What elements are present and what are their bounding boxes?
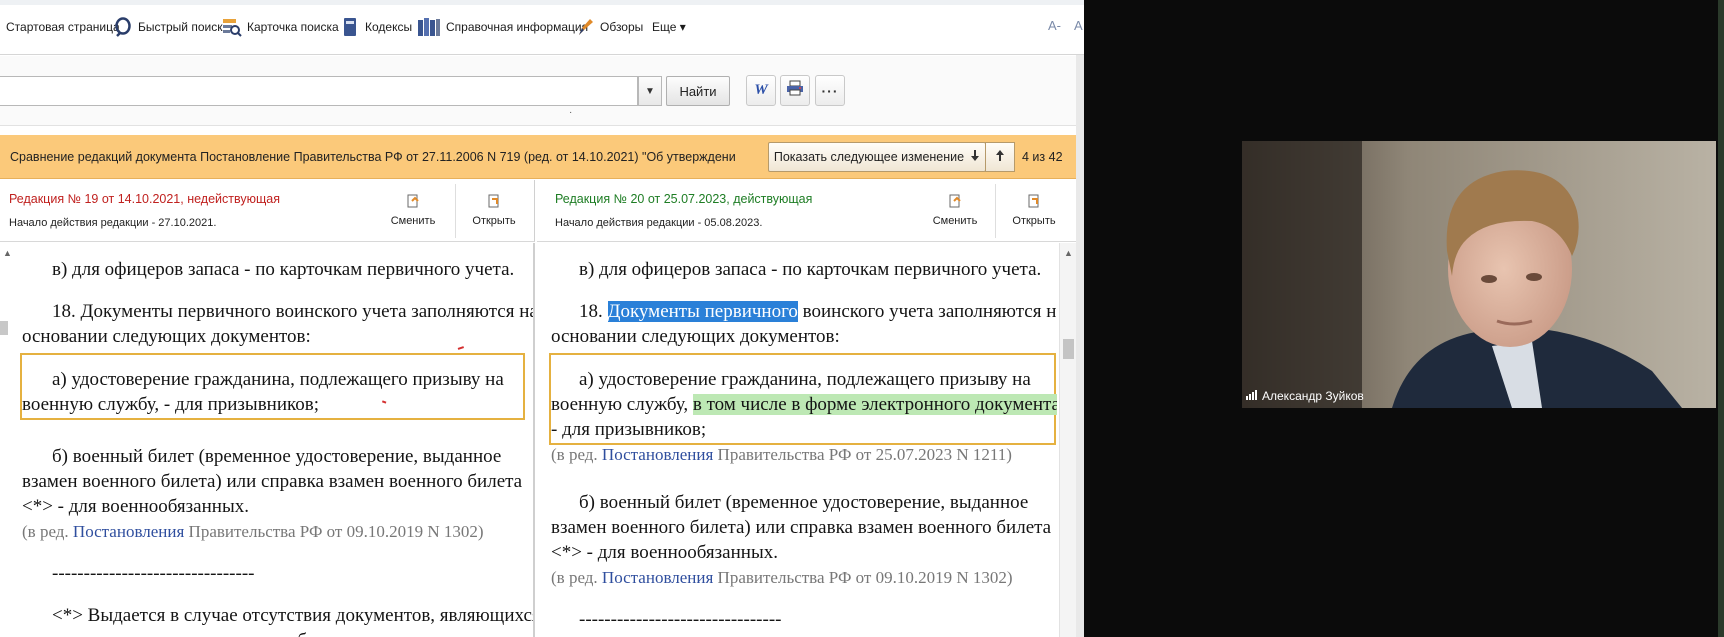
scroll-thumb[interactable]: [0, 321, 8, 335]
pen-annotation-mark: [457, 346, 465, 351]
right-paragraph-b-line3: <*> - для военнообязанных.: [551, 542, 778, 563]
left-paragraph-a-line1: а) удостоверение гражданина, подлежащего…: [52, 369, 504, 390]
added-text-highlight: в том числе в форме электронного докумен…: [692, 394, 1057, 415]
left-document-pane[interactable]: в) для офицеров запаса - по карточкам пе…: [0, 243, 535, 637]
right-scrollbar[interactable]: ▲: [1059, 243, 1076, 637]
left-paragraph-b-line3: <*> - для военнообязанных.: [22, 496, 249, 517]
left-scrollbar[interactable]: ▲: [0, 243, 16, 637]
right-open-revision-button[interactable]: Открыть: [1003, 193, 1065, 233]
right-footnote-divider: --------------------------------: [579, 609, 782, 630]
change-document-icon: [948, 193, 962, 212]
toolbar-more-menu[interactable]: Еще ▾: [652, 12, 686, 42]
toolbar-search-card[interactable]: Карточка поиска: [222, 12, 339, 42]
arrow-down-icon: [970, 149, 980, 165]
right-paragraph-a-line1: а) удостоверение гражданина, подлежащего…: [579, 369, 1031, 390]
right-paragraph-officers: в) для офицеров запаса - по карточкам пе…: [579, 259, 1042, 280]
word-icon: W: [754, 82, 768, 98]
arrow-up-icon: [995, 148, 1005, 166]
scroll-up-icon: ▲: [1064, 248, 1073, 258]
toolbar-reviews[interactable]: Обзоры: [575, 12, 643, 42]
left-revision-title: Редакция № 19 от 14.10.2021, недействующ…: [9, 192, 280, 206]
font-increase-button[interactable]: A: [1074, 18, 1083, 33]
left-paragraph-a-line2: военную службу, - для призывников;: [22, 394, 320, 415]
find-button[interactable]: Найти: [666, 76, 730, 106]
search-row: ▼ Найти W ···: [0, 56, 1084, 126]
header-separator: [995, 184, 996, 238]
change-document-icon: [406, 193, 420, 212]
compare-title: Сравнение редакций документа Постановлен…: [10, 150, 736, 164]
right-reference-link-1[interactable]: Постановления: [602, 445, 713, 464]
right-revision-header: Редакция № 20 от 25.07.2023, действующая…: [537, 180, 1076, 242]
separator-dot: ·: [569, 107, 573, 118]
header-separator: [455, 184, 456, 238]
left-revision-reference: (в ред. Постановления Правительства РФ о…: [22, 522, 484, 541]
search-card-icon: [222, 16, 242, 38]
left-footnote-line1: <*> Выдается в случае отсутствия докумен…: [52, 605, 535, 626]
participant-video-tile[interactable]: Александр Зуйков: [1242, 141, 1716, 408]
search-history-dropdown[interactable]: ▼: [638, 76, 662, 106]
right-revision-reference-2: (в ред. Постановления Правительства РФ о…: [551, 568, 1013, 587]
right-change-revision-button[interactable]: Сменить: [924, 193, 986, 233]
left-revision-start-date: Начало действия редакции - 27.10.2021.: [9, 217, 217, 229]
scroll-thumb[interactable]: [1063, 339, 1074, 359]
previous-change-button[interactable]: [985, 142, 1015, 172]
selected-text[interactable]: Документы первичного: [607, 301, 798, 322]
right-document-pane[interactable]: в) для офицеров запаса - по карточкам пе…: [537, 243, 1057, 637]
left-paragraph-b-line2: взамен военного билета) или справка взам…: [22, 471, 523, 492]
caret-down-icon: ▼: [645, 85, 655, 97]
toolbar-quick-search[interactable]: Быстрый поиск: [113, 12, 222, 42]
left-change-revision-button[interactable]: Сменить: [382, 193, 444, 233]
participant-name-tag: Александр Зуйков: [1246, 389, 1364, 403]
left-footnote-divider: --------------------------------: [52, 563, 255, 584]
right-revision-reference-1: (в ред. Постановления Правительства РФ о…: [551, 445, 1012, 464]
right-paragraph-18-line1: 18. Документы первичного воинского учета…: [579, 301, 1057, 322]
left-paragraph-officers: в) для офицеров запаса - по карточкам пе…: [52, 259, 515, 280]
window-top-strip: [0, 0, 1084, 5]
toolbar-codexes[interactable]: Кодексы: [340, 12, 412, 42]
compare-revisions-bar: Сравнение редакций документа Постановлен…: [0, 135, 1076, 179]
search-input[interactable]: [0, 76, 638, 106]
reviews-pen-icon: [575, 16, 595, 38]
scroll-up-icon: ▲: [3, 248, 12, 258]
open-document-icon: [487, 193, 501, 212]
open-document-icon: [1027, 193, 1041, 212]
left-footnote-line2: основанием для выдачи военного билета, и…: [22, 628, 426, 637]
screen-edge-strip: [1718, 0, 1724, 637]
toolbar-start-page[interactable]: Стартовая страница: [6, 12, 120, 42]
right-revision-title: Редакция № 20 от 25.07.2023, действующая: [555, 192, 813, 206]
search-icon: [113, 16, 133, 38]
right-revision-start-date: Начало действия редакции - 05.08.2023.: [555, 217, 763, 229]
signal-bars-icon: [1246, 389, 1258, 403]
printer-icon: [786, 80, 804, 101]
main-toolbar: Стартовая страница Быстрый поиск Карточк…: [0, 0, 1084, 55]
reference-books-icon: [417, 16, 441, 38]
right-reference-link-2[interactable]: Постановления: [602, 568, 713, 587]
left-revision-header: Редакция № 19 от 14.10.2021, недействующ…: [0, 180, 535, 242]
left-paragraph-b-line1: б) военный билет (временное удостоверени…: [52, 446, 502, 467]
font-decrease-button[interactable]: A-: [1048, 18, 1061, 33]
print-button[interactable]: [780, 75, 810, 106]
toolbar-reference-info[interactable]: Справочная информация: [417, 12, 588, 42]
ellipsis-icon: ···: [821, 82, 839, 99]
left-paragraph-18-line2: основании следующих документов:: [22, 326, 311, 347]
more-actions-button[interactable]: ···: [815, 75, 845, 106]
export-word-button[interactable]: W: [746, 75, 776, 106]
left-open-revision-button[interactable]: Открыть: [463, 193, 525, 233]
right-paragraph-b-line2: взамен военного билета) или справка взам…: [551, 517, 1052, 538]
right-paragraph-a-line3: - для призывников;: [551, 419, 707, 440]
window-edge: [1076, 55, 1084, 637]
show-next-change-button[interactable]: Показать следующее изменение: [768, 142, 986, 172]
consultant-app-window: Стартовая страница Быстрый поиск Карточк…: [0, 0, 1084, 637]
participant-video-frame: [1242, 141, 1716, 408]
left-paragraph-18-line1: 18. Документы первичного воинского учета…: [52, 301, 535, 322]
right-paragraph-18-line2: основании следующих документов:: [551, 326, 840, 347]
codex-book-icon: [340, 16, 360, 38]
right-paragraph-b-line1: б) военный билет (временное удостоверени…: [579, 492, 1029, 513]
change-counter: 4 из 42: [1022, 150, 1063, 164]
left-reference-link[interactable]: Постановления: [73, 522, 184, 541]
right-paragraph-a-line2: военную службу, в том числе в форме элек…: [551, 392, 1057, 417]
